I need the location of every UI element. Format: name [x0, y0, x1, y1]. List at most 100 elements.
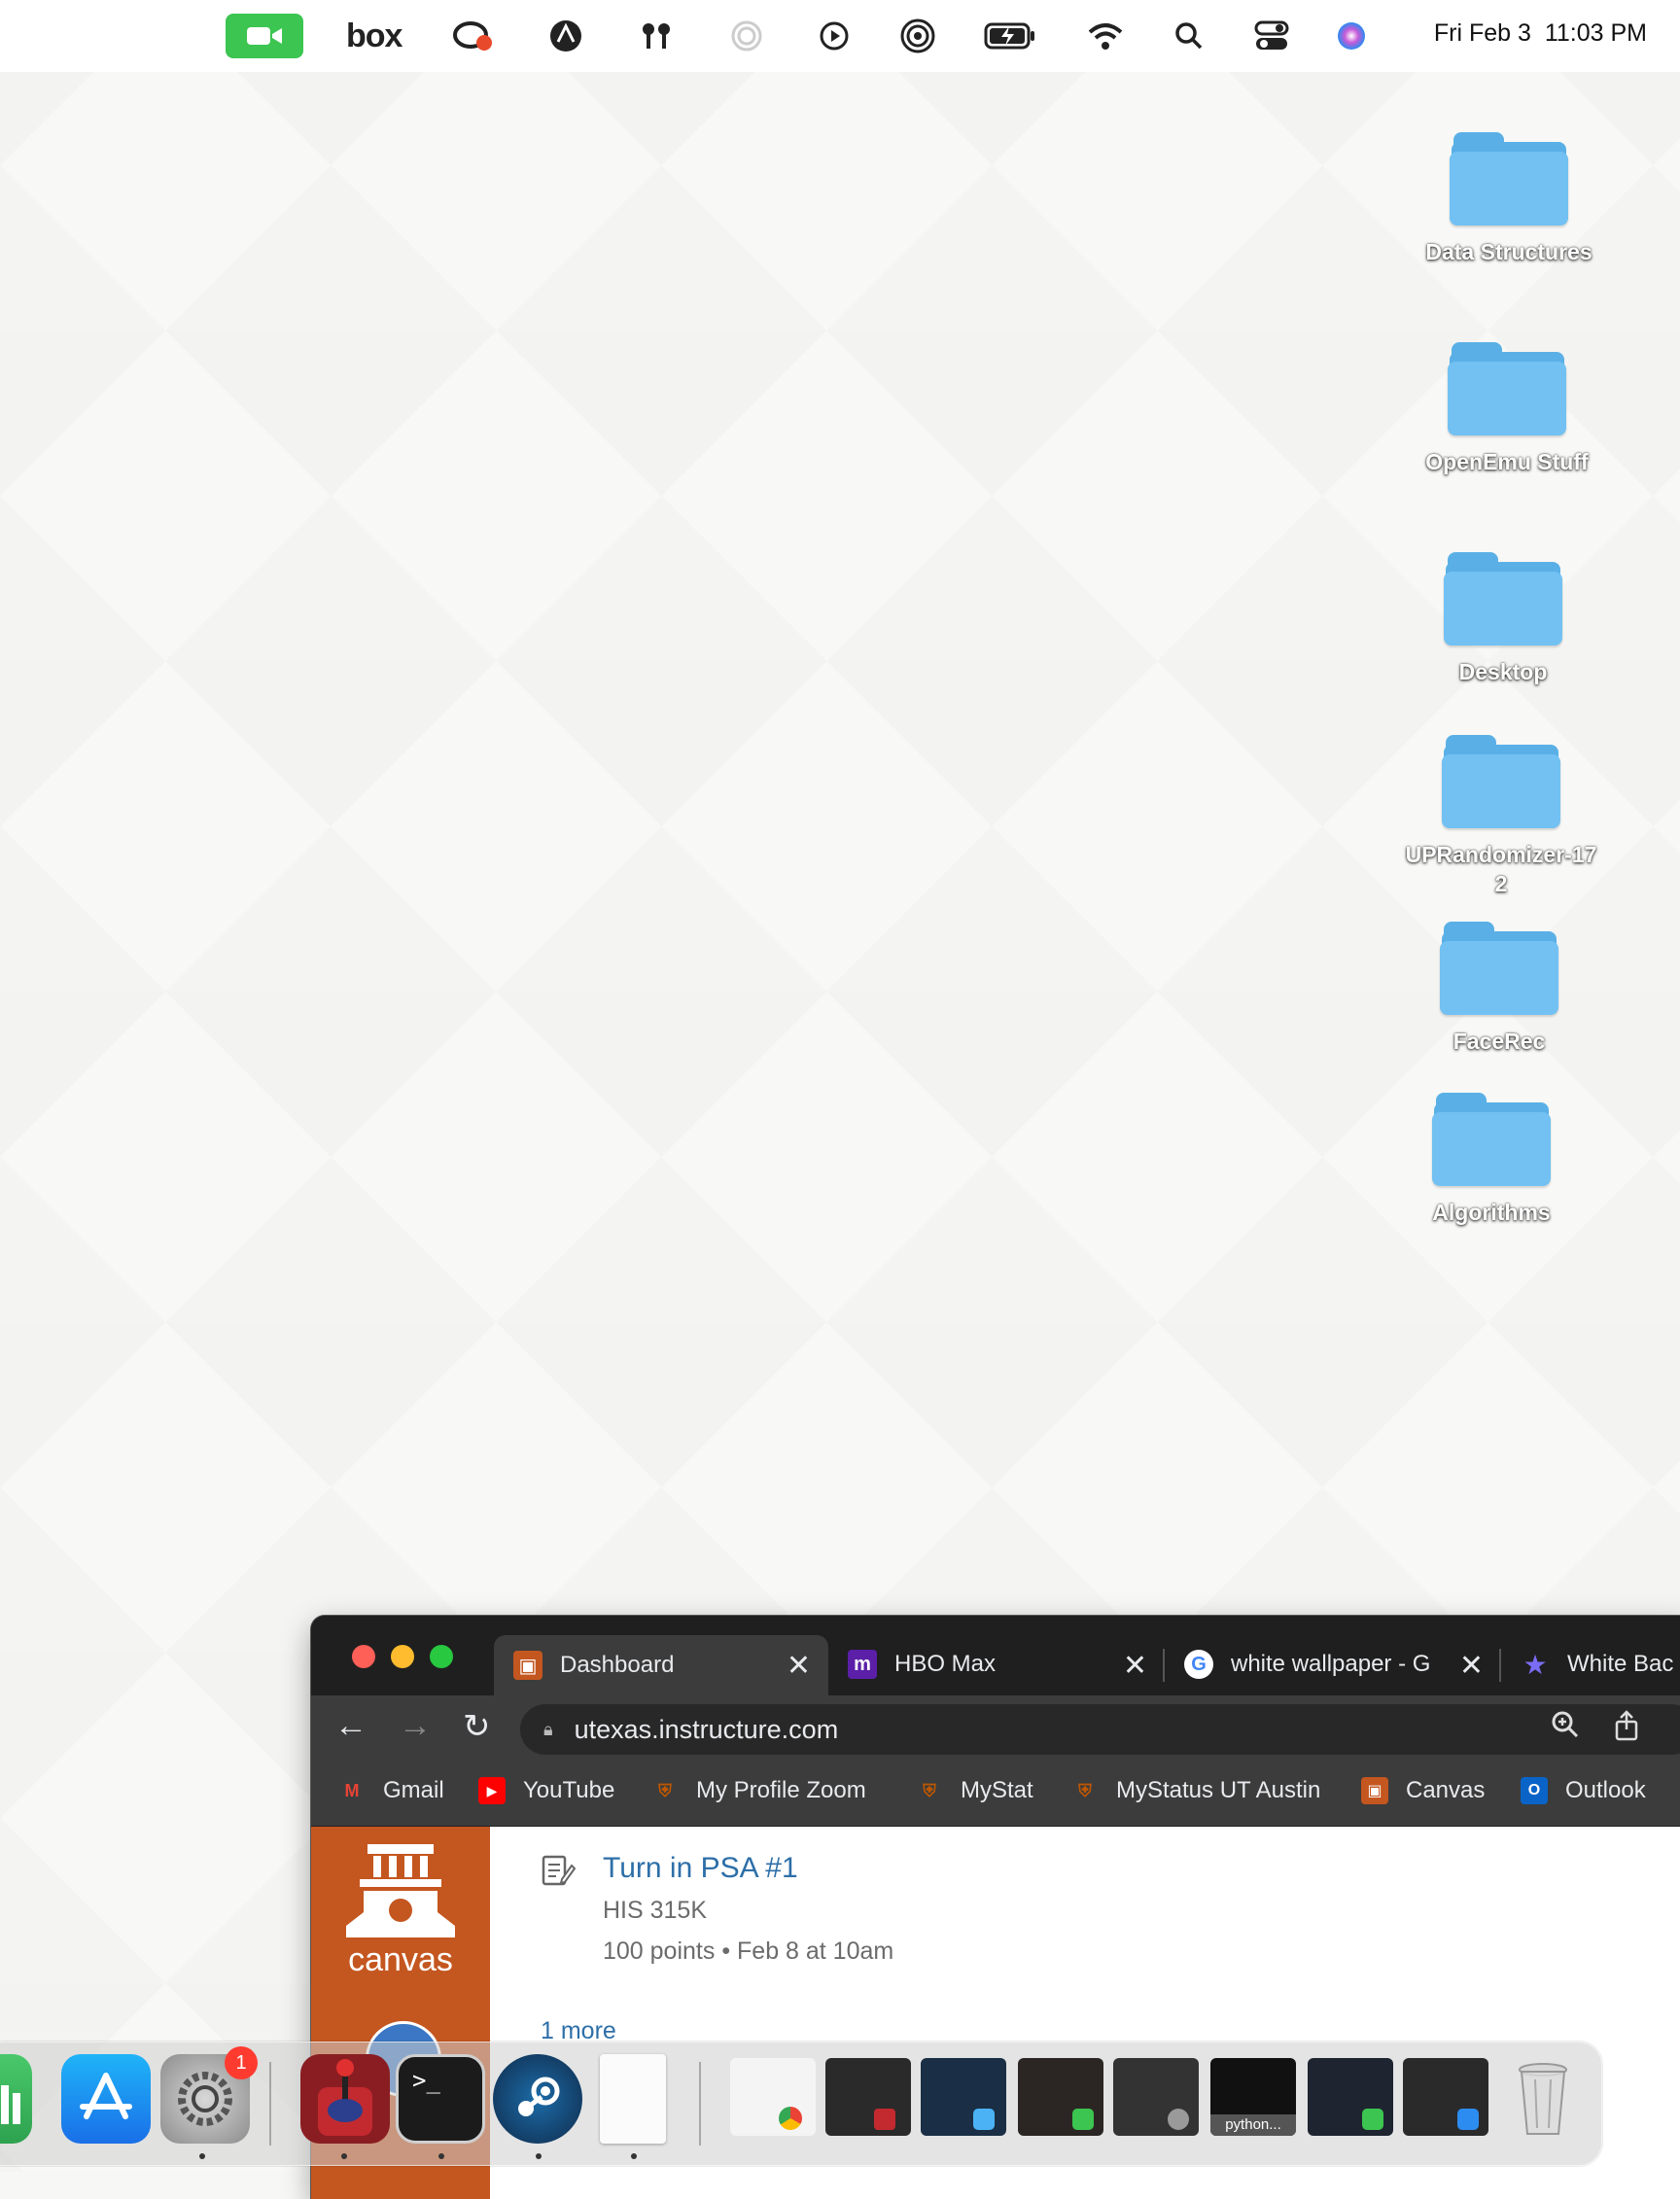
zoom-window-button[interactable]: [430, 1645, 453, 1668]
bookmark-label: Gmail: [383, 1777, 444, 1803]
todo-item-course: HIS 315K: [603, 1897, 708, 1924]
canvas-logo[interactable]: canvas: [311, 1827, 490, 2002]
bookmark-label: MyStatus UT Austin: [1116, 1777, 1321, 1803]
control-center-icon[interactable]: [1254, 17, 1289, 54]
minimized-window-chrome[interactable]: [730, 2058, 816, 2136]
airdrop-icon[interactable]: [900, 17, 935, 54]
bookmarks-bar: M Gmail ▶ YouTube ⛨ My Profile Zoom ⛨ My…: [311, 1763, 1680, 1827]
folder-label: Desktop: [1458, 659, 1548, 684]
menu-bar-clock[interactable]: Fri Feb 3 11:03 PM: [1434, 19, 1647, 48]
close-window-button[interactable]: [352, 1645, 375, 1668]
menu-bar: box Fri Feb 3 11:03 PM: [0, 0, 1680, 72]
clock-date: Fri Feb 3: [1433, 19, 1531, 47]
facetime-icon[interactable]: [226, 14, 303, 58]
battery-icon[interactable]: [984, 17, 1036, 54]
bookmark-gmail[interactable]: M Gmail: [338, 1777, 444, 1804]
bookmark-my-profile-zoom[interactable]: ⛨ My Profile Zoom: [651, 1777, 866, 1804]
folder-label: Data Structures: [1425, 239, 1592, 264]
todo-item-meta: 100 points • Feb 8 at 10am: [603, 1937, 894, 1965]
creative-cloud-icon[interactable]: [453, 17, 494, 54]
tab-title: White Bac: [1567, 1651, 1674, 1677]
document-icon[interactable]: [600, 2054, 666, 2144]
bookmark-label: Canvas: [1406, 1777, 1486, 1803]
minimized-window-joystick[interactable]: [825, 2058, 911, 2136]
play-icon[interactable]: [819, 17, 850, 54]
tab-white-background[interactable]: ★ White Bac: [1501, 1635, 1680, 1693]
system-settings-icon[interactable]: 1: [160, 2046, 258, 2144]
minimized-window-settings[interactable]: [1113, 2058, 1199, 2136]
canvas-icon: ▣: [1361, 1777, 1388, 1804]
folder-icon: [1450, 132, 1568, 226]
canvas-logo-text: canvas: [348, 1941, 453, 1978]
desktop-folder[interactable]: Algorithms: [1384, 1093, 1598, 1227]
url-text: utexas.instructure.com: [574, 1714, 839, 1744]
ut-shield-icon: ⛨: [1078, 1780, 1092, 1800]
tab-title: white wallpaper - G: [1231, 1651, 1431, 1677]
tab-dashboard[interactable]: ▣ Dashboard ✕: [494, 1635, 828, 1695]
ut-shield-icon: ⛨: [658, 1780, 672, 1800]
folder-label: Algorithms: [1432, 1200, 1551, 1225]
desktop-folder[interactable]: FaceRec: [1392, 922, 1606, 1056]
folder-icon: [1442, 735, 1560, 828]
search-icon[interactable]: [1174, 17, 1204, 54]
desktop-folder[interactable]: Desktop: [1396, 552, 1610, 686]
tab-hbo-max[interactable]: m HBO Max ✕: [828, 1635, 1165, 1693]
numbers-icon[interactable]: [0, 2054, 32, 2144]
reload-icon[interactable]: ↻: [463, 1707, 491, 1746]
minimized-window-maps[interactable]: [921, 2058, 1006, 2136]
browser-toolbar: ← → ↻ 🔒︎ utexas.instructure.com: [311, 1695, 1680, 1763]
terminal-icon[interactable]: >_: [396, 2054, 485, 2144]
folder-label: OpenEmu Stuff: [1425, 449, 1589, 474]
bookmark-label: YouTube: [523, 1777, 615, 1803]
minimized-window-messages[interactable]: [1308, 2058, 1393, 2136]
bookmark-youtube[interactable]: ▶ YouTube: [478, 1777, 614, 1804]
close-icon[interactable]: ✕: [787, 1649, 811, 1683]
ut-shield-icon: ⛨: [923, 1780, 936, 1800]
wifi-icon[interactable]: [1087, 17, 1124, 54]
minimized-window-python[interactable]: python...: [1210, 2058, 1296, 2136]
folder-icon: [1444, 552, 1562, 646]
siri-icon[interactable]: [1336, 17, 1367, 54]
gmail-icon: M: [344, 1780, 360, 1800]
dock: 1 >_ python...: [0, 2042, 1602, 2166]
bookmark-canvas[interactable]: ▣ Canvas: [1361, 1777, 1485, 1804]
desktop-folder[interactable]: OpenEmu Stuff: [1400, 342, 1614, 476]
lock-icon: 🔒︎: [543, 1719, 553, 1739]
star-icon: ★: [1522, 1649, 1548, 1680]
bookmark-label: My Profile Zoom: [696, 1777, 866, 1803]
bookmark-label: Outlook: [1565, 1777, 1646, 1803]
bookmark-outlook[interactable]: O Outlook: [1521, 1777, 1646, 1804]
outlook-icon: O: [1521, 1777, 1548, 1804]
forward-icon[interactable]: →: [399, 1707, 432, 1745]
back-icon[interactable]: ←: [334, 1707, 368, 1745]
desktop-folder[interactable]: Data Structures: [1402, 132, 1616, 266]
dock-separator: [699, 2062, 701, 2146]
vpn-icon[interactable]: [548, 17, 583, 54]
app-store-icon[interactable]: [61, 2054, 151, 2144]
zoom-icon[interactable]: [1551, 1710, 1580, 1746]
trash-icon[interactable]: [1498, 2054, 1588, 2144]
airpods-icon[interactable]: [638, 17, 675, 54]
tab-white-wallpaper[interactable]: G white wallpaper - G ✕: [1165, 1635, 1501, 1693]
joystick-app-icon[interactable]: [300, 2054, 390, 2144]
todo-item-title[interactable]: Turn in PSA #1: [603, 1852, 798, 1885]
share-icon[interactable]: [1613, 1710, 1640, 1748]
dock-separator: [269, 2062, 271, 2146]
close-icon[interactable]: ✕: [1459, 1649, 1484, 1683]
bookmark-mystatus-ut-austin[interactable]: ⛨ MyStatus UT Austin: [1071, 1777, 1320, 1804]
clock-time: 11:03 PM: [1544, 19, 1647, 47]
desktop-folder[interactable]: UPRandomizer-17 2: [1394, 735, 1608, 898]
close-icon[interactable]: ✕: [1123, 1649, 1147, 1683]
address-bar[interactable]: 🔒︎ utexas.instructure.com: [520, 1704, 1680, 1755]
bookmark-mystat[interactable]: ⛨ MyStat: [916, 1777, 1032, 1804]
steam-icon[interactable]: [493, 2054, 582, 2144]
folder-icon: [1440, 922, 1558, 1015]
minimized-window-mail[interactable]: [1403, 2058, 1488, 2136]
progress-icon[interactable]: [729, 17, 764, 54]
youtube-icon: ▶: [478, 1777, 506, 1804]
google-icon: G: [1184, 1650, 1213, 1679]
box-icon[interactable]: box: [346, 17, 402, 54]
minimize-window-button[interactable]: [391, 1645, 414, 1668]
minimized-window-facetime[interactable]: [1018, 2058, 1103, 2136]
python-window-label: python...: [1210, 2114, 1296, 2136]
